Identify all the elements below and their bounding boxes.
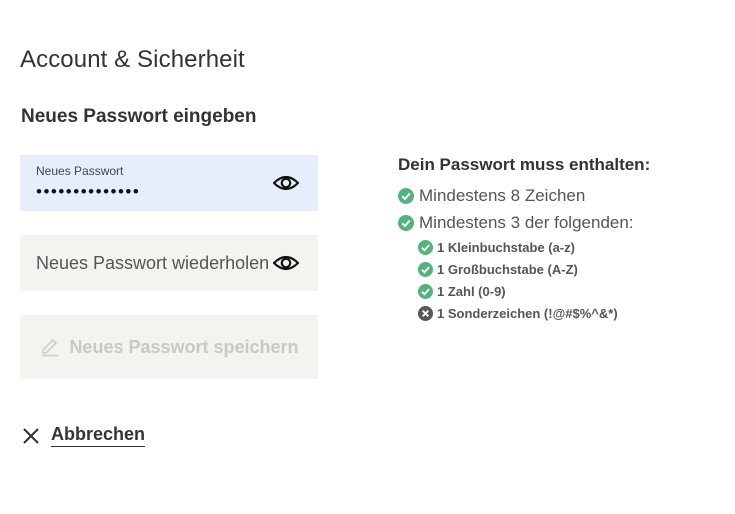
check-circle-icon [418, 261, 433, 277]
new-password-field[interactable]: Neues Passwort •••••••••••••• [20, 155, 318, 211]
check-circle-icon [398, 214, 414, 231]
save-button-label: Neues Passwort speichern [69, 336, 299, 357]
check-circle-icon [398, 187, 414, 204]
new-password-value[interactable]: •••••••••••••• [36, 182, 140, 202]
cancel-link-label[interactable]: Abbrechen [51, 424, 146, 447]
confirm-password-placeholder[interactable]: Neues Passwort wiederholen [36, 253, 269, 274]
requirement-item: Mindestens 3 der folgenden: [398, 209, 650, 236]
cancel-link[interactable]: Abbrechen [22, 424, 146, 447]
pencil-icon [39, 336, 61, 358]
requirement-sub-item: 1 Zahl (0-9) [418, 280, 650, 302]
password-requirements: Dein Passwort muss enthalten: Mindestens… [398, 155, 650, 324]
requirement-sub-item: 1 Großbuchstabe (A-Z) [418, 258, 650, 280]
page-title: Account & Sicherheit [20, 46, 245, 73]
requirement-sub-item: 1 Sonderzeichen (!@#$%^&*) [418, 302, 650, 324]
requirement-sub-label: 1 Sonderzeichen (!@#$%^&*) [437, 305, 618, 321]
x-circle-icon [418, 305, 433, 321]
requirement-sub-label: 1 Großbuchstabe (A-Z) [437, 261, 578, 277]
save-password-button[interactable]: Neues Passwort speichern [20, 315, 318, 379]
close-icon[interactable] [22, 427, 40, 445]
check-circle-icon [418, 283, 433, 299]
requirement-sub-label: 1 Zahl (0-9) [437, 283, 506, 299]
confirm-password-field[interactable]: Neues Passwort wiederholen [20, 235, 318, 291]
requirement-item: Mindestens 8 Zeichen [398, 182, 650, 209]
requirement-label: Mindestens 3 der folgenden: [419, 212, 634, 232]
eye-icon[interactable] [272, 171, 300, 195]
eye-icon[interactable] [272, 251, 300, 275]
check-circle-icon [418, 239, 433, 255]
section-title: Neues Passwort eingeben [21, 106, 257, 127]
new-password-label: Neues Passwort [36, 164, 124, 178]
requirement-sub-item: 1 Kleinbuchstabe (a-z) [418, 236, 650, 258]
requirement-sub-label: 1 Kleinbuchstabe (a-z) [437, 239, 575, 255]
requirement-label: Mindestens 8 Zeichen [419, 185, 586, 205]
requirements-title: Dein Passwort muss enthalten: [398, 155, 651, 174]
